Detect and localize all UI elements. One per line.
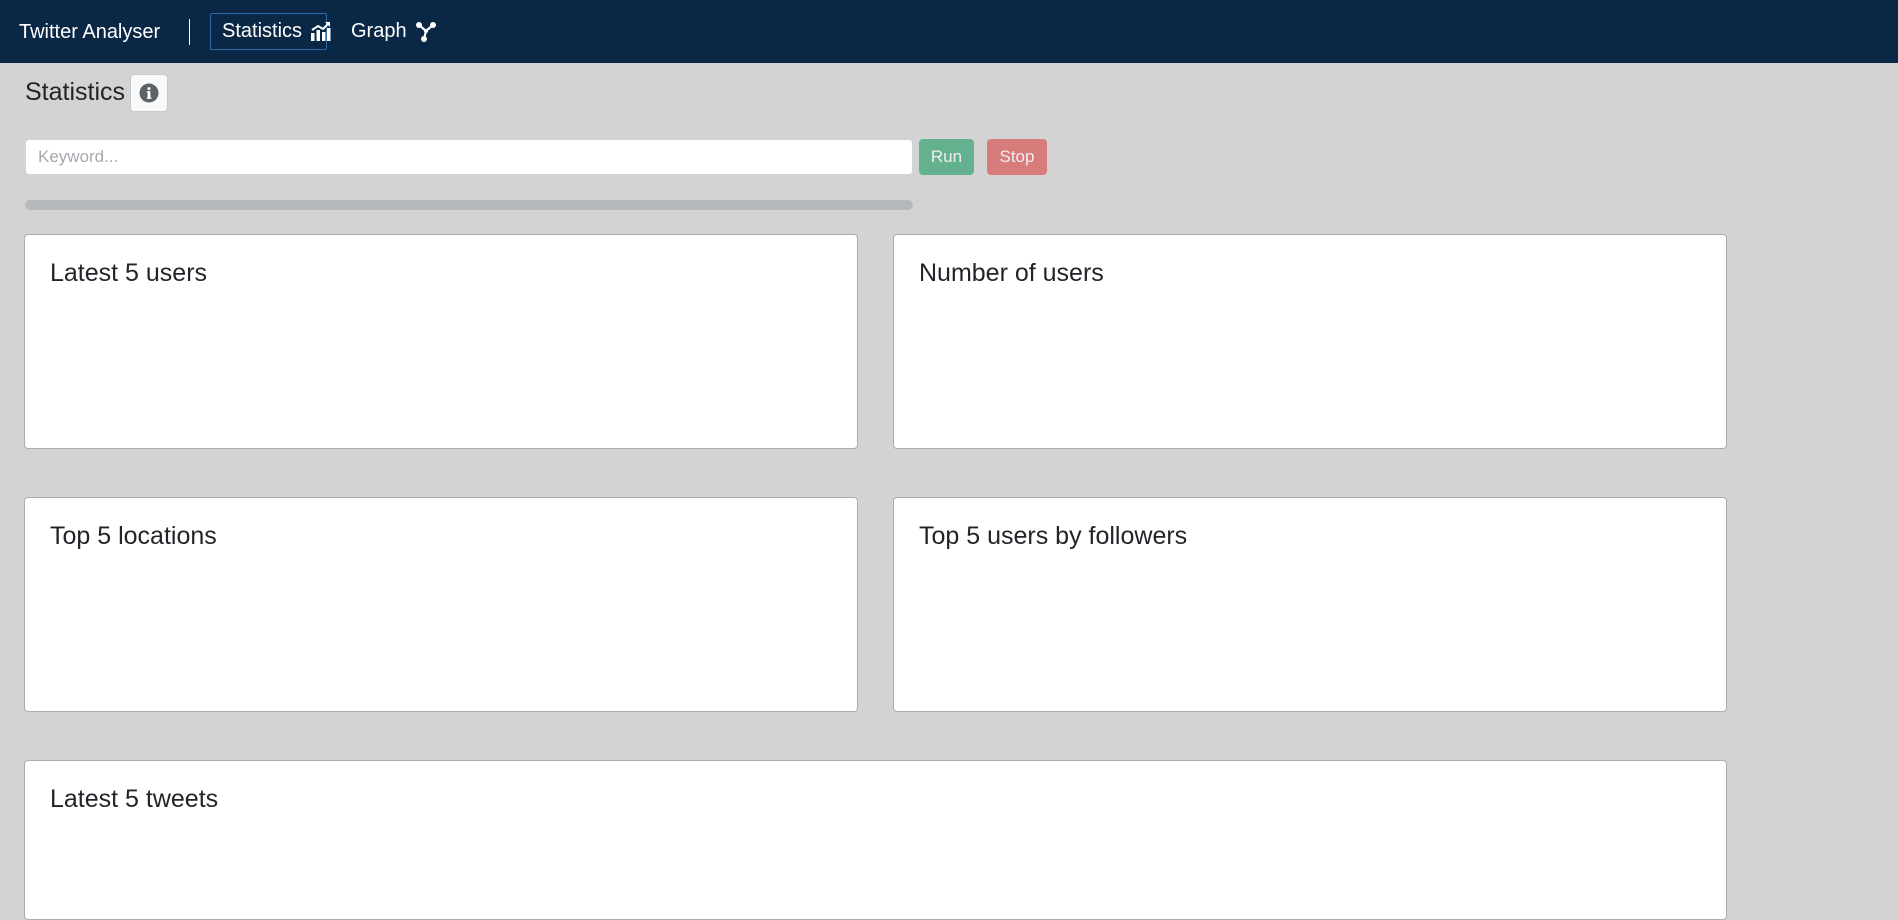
card-title: Latest 5 tweets bbox=[50, 785, 219, 813]
card-title: Top 5 users by followers bbox=[919, 522, 1188, 550]
card-top-users-by-followers: Top 5 users by followers bbox=[893, 497, 1727, 712]
info-button[interactable] bbox=[130, 74, 168, 112]
card-top-locations: Top 5 locations bbox=[24, 497, 858, 712]
card-latest-users: Latest 5 users bbox=[24, 234, 858, 449]
page-title: Statistics bbox=[25, 78, 126, 106]
keyword-input[interactable] bbox=[25, 139, 913, 175]
nav-item-label: Statistics bbox=[222, 20, 303, 42]
info-icon bbox=[139, 83, 159, 103]
card-title: Latest 5 users bbox=[50, 259, 208, 287]
graph-icon bbox=[415, 21, 437, 43]
nav-item-graph[interactable]: Graph bbox=[351, 13, 437, 50]
navbar: Twitter Analyser Statistics Graph bbox=[0, 0, 1898, 63]
card-number-of-users: Number of users bbox=[893, 234, 1727, 449]
brand[interactable]: Twitter Analyser bbox=[19, 20, 160, 44]
card-title: Number of users bbox=[919, 259, 1104, 287]
nav-divider bbox=[189, 19, 190, 45]
stop-button[interactable]: Stop bbox=[987, 139, 1047, 175]
nav-item-label: Graph bbox=[351, 20, 407, 42]
progress-bar bbox=[25, 200, 913, 210]
nav-item-statistics[interactable]: Statistics bbox=[210, 13, 331, 50]
card-latest-tweets: Latest 5 tweets bbox=[24, 760, 1727, 920]
run-button[interactable]: Run bbox=[919, 139, 974, 175]
card-title: Top 5 locations bbox=[50, 522, 217, 550]
chart-icon bbox=[310, 21, 331, 42]
